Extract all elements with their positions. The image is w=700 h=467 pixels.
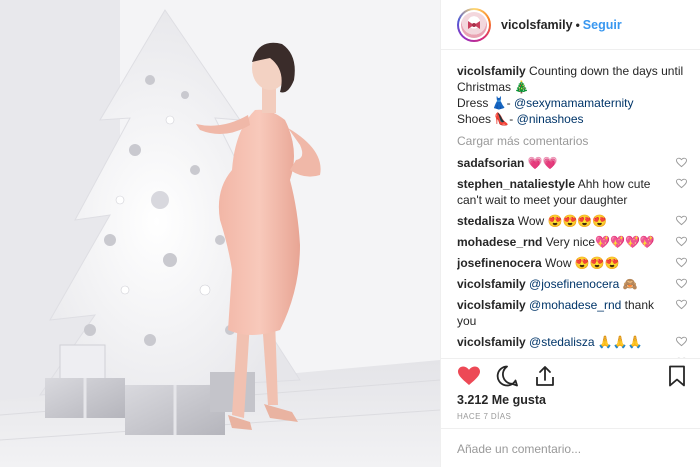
post-photo[interactable] bbox=[0, 0, 440, 467]
comment-like-heart-icon[interactable] bbox=[676, 299, 687, 310]
comment-username[interactable]: mohadese_rnd bbox=[457, 235, 542, 249]
avatar[interactable] bbox=[457, 7, 491, 42]
action-bar bbox=[457, 364, 689, 388]
comment-mention[interactable]: @josefinenocera bbox=[529, 277, 619, 291]
comment-row: vicolsfamily @josefinenocera 🙈 bbox=[457, 276, 689, 292]
comment-rows: sadafsorian 💗💗 stephen_nataliestyle Ahh h… bbox=[457, 155, 689, 358]
comment-row: stephen_nataliestyle Ahh how cute can't … bbox=[457, 176, 689, 208]
comment-text: Wow 😍😍😍😍 bbox=[517, 214, 608, 228]
follow-button[interactable]: Seguir bbox=[583, 18, 622, 32]
caption-username[interactable]: vicolsfamily bbox=[457, 64, 526, 78]
comment-like-heart-icon[interactable] bbox=[676, 157, 687, 168]
comment-text: Wow 😍😍😍 bbox=[545, 256, 620, 270]
divider bbox=[441, 358, 700, 359]
comment-username[interactable]: vicolsfamily bbox=[457, 298, 526, 312]
comments-list[interactable]: vicolsfamily Counting down the days unti… bbox=[457, 63, 689, 358]
comment-text: Very nice💖💖💖💖 bbox=[545, 235, 655, 249]
instagram-post: vicolsfamily • Seguir vicolsfamily Count… bbox=[0, 0, 700, 467]
header-username[interactable]: vicolsfamily bbox=[501, 18, 573, 32]
caption-shoes-label: Shoes 👠- bbox=[457, 112, 517, 126]
bookmark-icon[interactable] bbox=[665, 364, 689, 388]
comment-username[interactable]: stephen_nataliestyle bbox=[457, 177, 575, 191]
comment-text-tail: 💗💗 bbox=[527, 156, 558, 170]
comment-row: mohadese_rnd Very nice💖💖💖💖 bbox=[457, 234, 689, 250]
avatar-ring-inner bbox=[459, 9, 489, 40]
post-side-panel: vicolsfamily • Seguir vicolsfamily Count… bbox=[440, 0, 700, 467]
comment-username[interactable]: vicolsfamily bbox=[457, 277, 526, 291]
caption-dress-label: Dress 👗- bbox=[457, 96, 514, 110]
add-comment-input[interactable] bbox=[457, 439, 689, 459]
post-caption: vicolsfamily Counting down the days unti… bbox=[457, 63, 689, 127]
comment-like-heart-icon[interactable] bbox=[676, 257, 687, 268]
bow-icon bbox=[468, 20, 480, 29]
comment-like-heart-icon[interactable] bbox=[676, 178, 687, 189]
vicolsfamily-logo-icon bbox=[461, 11, 487, 38]
comment-row: vicolsfamily @mohadese_rnd thank you bbox=[457, 297, 689, 329]
comment-username[interactable]: josefinenocera bbox=[457, 256, 542, 270]
comment-row: stedalisza Wow 😍😍😍😍 bbox=[457, 213, 689, 229]
likes-count[interactable]: 3.212 Me gusta bbox=[457, 393, 546, 407]
heart-filled-icon[interactable] bbox=[457, 364, 481, 388]
load-more-comments-link[interactable]: Cargar más comentarios bbox=[457, 133, 689, 149]
caption-shoes-mention[interactable]: @ninashoes bbox=[517, 112, 584, 126]
comment-mention[interactable]: @stedalisza bbox=[529, 335, 595, 349]
comment-row: sadafsorian 💗💗 bbox=[457, 155, 689, 171]
comment-bubble-icon[interactable] bbox=[495, 364, 519, 388]
comment-row: vicolsfamily @stedalisza 🙏🙏🙏 bbox=[457, 334, 689, 350]
share-icon[interactable] bbox=[533, 364, 557, 388]
caption-dress-mention[interactable]: @sexymamamaternity bbox=[514, 96, 634, 110]
comment-like-heart-icon[interactable] bbox=[676, 336, 687, 347]
comment-text-tail: 🙈 bbox=[619, 277, 638, 291]
post-timestamp[interactable]: HACE 7 DÍAS bbox=[457, 412, 511, 421]
comment-username[interactable]: vicolsfamily bbox=[457, 335, 526, 349]
comment-username[interactable]: stedalisza bbox=[457, 214, 514, 228]
divider bbox=[441, 428, 700, 429]
comment-mention[interactable]: @mohadese_rnd bbox=[529, 298, 621, 312]
comment-text-tail: 🙏🙏🙏 bbox=[594, 335, 643, 349]
comment-row: josefinenocera Wow 😍😍😍 bbox=[457, 255, 689, 271]
post-header: vicolsfamily • Seguir bbox=[441, 0, 700, 50]
header-separator: • bbox=[575, 17, 580, 32]
photo-illustration bbox=[0, 0, 440, 467]
comment-like-heart-icon[interactable] bbox=[676, 278, 687, 289]
comment-like-heart-icon[interactable] bbox=[676, 215, 687, 226]
comment-username[interactable]: sadafsorian bbox=[457, 156, 524, 170]
comment-like-heart-icon[interactable] bbox=[676, 236, 687, 247]
